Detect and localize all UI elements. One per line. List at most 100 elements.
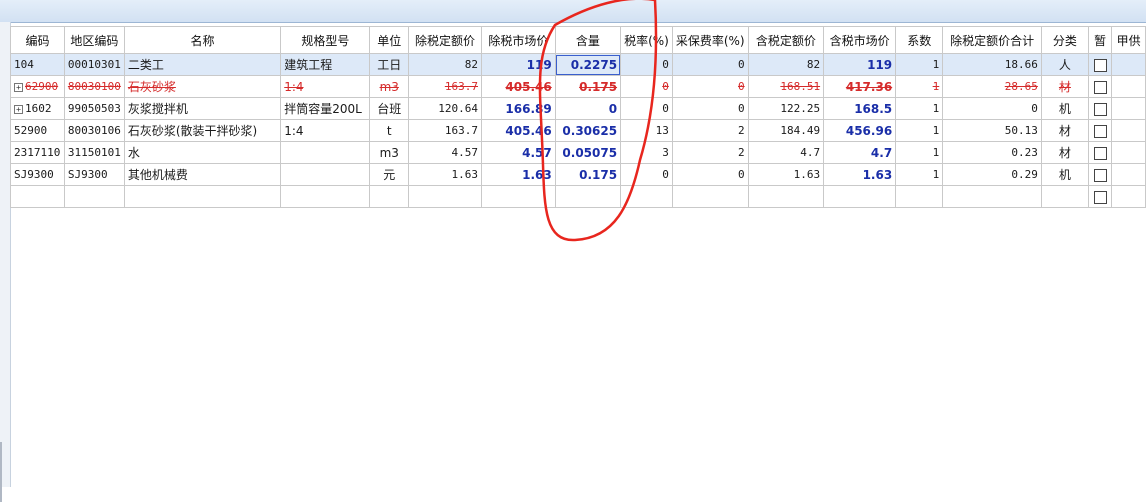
- cell-quota[interactable]: 4.57: [408, 141, 482, 164]
- table-row[interactable]: +1602 99050503 灰浆搅拌机 拌筒容量200L 台班 120.64 166.89…: [10, 97, 1146, 120]
- column-header[interactable]: 除税市场价: [480, 26, 556, 54]
- table-row[interactable]: +62900 80030100 石灰砂浆 1:4 m3 163.7 405.46 0.175 0…: [10, 75, 1146, 98]
- cell-unit[interactable]: m3: [369, 75, 410, 98]
- column-header[interactable]: 除税定额价: [408, 26, 482, 54]
- cell-region[interactable]: 00010301: [63, 53, 125, 76]
- empty-cell[interactable]: [10, 185, 65, 208]
- cell-owner-supplied[interactable]: [1111, 53, 1146, 76]
- cell-total[interactable]: 0: [942, 97, 1042, 120]
- cell-coef[interactable]: 1: [895, 119, 944, 142]
- cell-cat[interactable]: 材: [1040, 141, 1089, 164]
- cell-code[interactable]: +1602: [10, 97, 65, 120]
- cell-cat[interactable]: 材: [1040, 119, 1089, 142]
- cell-coef[interactable]: 1: [895, 97, 944, 120]
- cell-unit[interactable]: 元: [369, 163, 410, 186]
- column-header[interactable]: 税率(%): [620, 26, 673, 54]
- cell-spec[interactable]: 1:4: [280, 119, 371, 142]
- cell-qty[interactable]: 0.30625: [554, 119, 622, 142]
- cell-unit[interactable]: m3: [369, 141, 410, 164]
- cell-name[interactable]: 其他机械费: [123, 163, 282, 186]
- column-header[interactable]: 甲供: [1111, 26, 1146, 54]
- cell-spec[interactable]: 1:4: [280, 75, 371, 98]
- empty-cell[interactable]: [123, 185, 282, 208]
- column-header[interactable]: 编码: [10, 26, 65, 54]
- cell-qty[interactable]: 0.2275: [554, 53, 622, 76]
- cell-tax[interactable]: 0: [620, 163, 673, 186]
- cell-fee[interactable]: 2: [671, 141, 749, 164]
- column-header[interactable]: 名称: [123, 26, 282, 54]
- column-header[interactable]: 规格型号: [280, 26, 371, 54]
- checkbox-icon[interactable]: [1093, 124, 1107, 138]
- cell-code[interactable]: 2317110: [10, 141, 65, 164]
- cell-quota[interactable]: 163.7: [408, 119, 482, 142]
- cell-cat[interactable]: 机: [1040, 97, 1089, 120]
- cell-provisional[interactable]: [1087, 141, 1113, 164]
- cell-tmarket[interactable]: 4.7: [823, 141, 897, 164]
- cell-tmarket[interactable]: 168.5: [823, 97, 897, 120]
- cell-quota[interactable]: 120.64: [408, 97, 482, 120]
- table-row[interactable]: 52900 80030106 石灰砂浆(散装干拌砂浆) 1:4 t 163.7 405.46…: [10, 119, 1146, 142]
- cell-market[interactable]: 4.57: [480, 141, 556, 164]
- cell-fee[interactable]: 0: [671, 163, 749, 186]
- cell-owner-supplied[interactable]: [1111, 97, 1146, 120]
- plus-box-icon[interactable]: +: [14, 104, 23, 114]
- cell-unit[interactable]: t: [369, 119, 410, 142]
- cell-tquota[interactable]: 1.63: [747, 163, 825, 186]
- empty-cell[interactable]: [942, 185, 1042, 208]
- cell-name[interactable]: 二类工: [123, 53, 282, 76]
- cell-fee[interactable]: 2: [671, 119, 749, 142]
- checkbox-icon[interactable]: [1093, 146, 1107, 160]
- cell-cat[interactable]: 材: [1040, 75, 1089, 98]
- cell-code[interactable]: +62900: [10, 75, 65, 98]
- column-header[interactable]: 含税市场价: [823, 26, 897, 54]
- cell-region[interactable]: 80030100: [63, 75, 125, 98]
- empty-cell[interactable]: [369, 185, 410, 208]
- column-header[interactable]: 含税定额价: [747, 26, 825, 54]
- cell-region[interactable]: 31150101: [63, 141, 125, 164]
- cell-region[interactable]: 99050503: [63, 97, 125, 120]
- cell-unit[interactable]: 工日: [369, 53, 410, 76]
- empty-row[interactable]: [10, 185, 1146, 208]
- checkbox-icon[interactable]: [1093, 168, 1107, 182]
- cell-qty[interactable]: 0.175: [554, 163, 622, 186]
- cell-tax[interactable]: 0: [620, 75, 673, 98]
- column-header[interactable]: 采保费率(%): [671, 26, 749, 54]
- cell-fee[interactable]: 0: [671, 75, 749, 98]
- cell-tquota[interactable]: 82: [747, 53, 825, 76]
- cell-qty[interactable]: 0.05075: [554, 141, 622, 164]
- empty-cell[interactable]: [1111, 185, 1146, 208]
- cell-tax[interactable]: 3: [620, 141, 673, 164]
- column-header[interactable]: 地区编码: [63, 26, 125, 54]
- cell-tmarket[interactable]: 417.36: [823, 75, 897, 98]
- cell-spec[interactable]: 拌筒容量200L: [280, 97, 371, 120]
- cell-tax[interactable]: 13: [620, 119, 673, 142]
- cell-tquota[interactable]: 168.51: [747, 75, 825, 98]
- column-header[interactable]: 除税定额价合计: [942, 26, 1042, 54]
- checkbox-icon[interactable]: [1093, 102, 1107, 116]
- cell-market[interactable]: 405.46: [480, 75, 556, 98]
- empty-cell[interactable]: [554, 185, 622, 208]
- empty-cell[interactable]: [747, 185, 825, 208]
- cell-qty[interactable]: 0.175: [554, 75, 622, 98]
- cell-coef[interactable]: 1: [895, 163, 944, 186]
- column-header[interactable]: 单位: [369, 26, 410, 54]
- table-row[interactable]: 104 00010301 二类工 建筑工程 工日 82 119 0.2275 0 0 82 119 1 1…: [10, 53, 1146, 76]
- cell-spec[interactable]: 建筑工程: [280, 53, 371, 76]
- cell-qty[interactable]: 0: [554, 97, 622, 120]
- plus-box-icon[interactable]: +: [14, 82, 23, 92]
- cell-tquota[interactable]: 122.25: [747, 97, 825, 120]
- cell-coef[interactable]: 1: [895, 75, 944, 98]
- column-header[interactable]: 分类: [1040, 26, 1089, 54]
- cell-unit[interactable]: 台班: [369, 97, 410, 120]
- cell-spec[interactable]: [280, 163, 371, 186]
- cell-total[interactable]: 0.23: [942, 141, 1042, 164]
- cell-name[interactable]: 灰浆搅拌机: [123, 97, 282, 120]
- cell-region[interactable]: SJ9300: [63, 163, 125, 186]
- cell-tax[interactable]: 0: [620, 97, 673, 120]
- cell-cat[interactable]: 人: [1040, 53, 1089, 76]
- cell-owner-supplied[interactable]: [1111, 141, 1146, 164]
- column-header[interactable]: 暂: [1087, 26, 1113, 54]
- empty-cell[interactable]: [480, 185, 556, 208]
- cell-market[interactable]: 1.63: [480, 163, 556, 186]
- cell-quota[interactable]: 1.63: [408, 163, 482, 186]
